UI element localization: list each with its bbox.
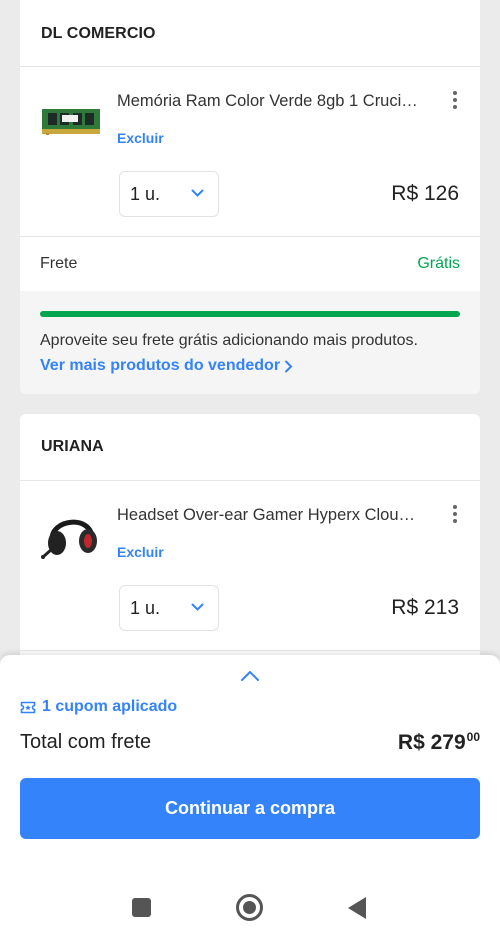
nav-recents-icon[interactable] — [132, 898, 151, 917]
continue-purchase-button[interactable]: Continuar a compra — [20, 778, 480, 839]
item-title[interactable]: Memória Ram Color Verde 8gb 1 Crucial Ct… — [117, 92, 422, 111]
remove-item-link[interactable]: Excluir — [117, 130, 164, 146]
chevron-up-icon[interactable] — [240, 669, 260, 683]
seller-card: DL COMERCIO Memória Ram Color Verde 8gb … — [20, 0, 480, 394]
free-shipping-panel: Aproveite seu frete grátis adicionando m… — [20, 291, 480, 394]
quantity-selector[interactable]: 1 u. — [119, 585, 219, 631]
nav-back-icon[interactable] — [348, 897, 366, 919]
quantity-selector[interactable]: 1 u. — [119, 171, 219, 217]
ticket-icon — [20, 701, 36, 713]
total-value: R$ 27900 — [398, 730, 480, 755]
checkout-summary-sheet: 1 cupom aplicado Total com frete R$ 2790… — [0, 655, 500, 939]
seller-products-link-label: Ver mais produtos do vendedor — [40, 357, 281, 374]
item-price: R$ 126 — [391, 182, 459, 205]
product-image[interactable] — [40, 505, 102, 567]
total-main: R$ 279 — [397, 731, 466, 754]
quantity-value: 1 u. — [130, 183, 161, 204]
cart-item: Memória Ram Color Verde 8gb 1 Crucial Ct… — [20, 67, 480, 237]
remove-item-link[interactable]: Excluir — [117, 544, 164, 560]
chevron-down-icon — [191, 603, 204, 611]
product-image[interactable] — [40, 91, 102, 153]
seller-name: URIANA — [20, 414, 480, 481]
more-vert-icon[interactable] — [444, 89, 466, 111]
cart-item: Headset Over-ear Gamer Hyperx Cloud Stin… — [20, 481, 480, 651]
shipping-label: Frete — [40, 255, 78, 272]
shipping-value: Grátis — [417, 255, 460, 272]
shipping-row: Frete Grátis — [20, 237, 480, 291]
free-shipping-progress-bar — [40, 311, 460, 317]
seller-products-link[interactable]: Ver mais produtos do vendedor — [40, 357, 460, 375]
system-nav-bar — [0, 882, 500, 932]
item-price: R$ 213 — [391, 596, 459, 619]
total-cents: 00 — [466, 730, 480, 744]
free-shipping-message: Aproveite seu frete grátis adicionando m… — [40, 332, 418, 349]
nav-home-icon[interactable] — [236, 894, 263, 921]
chevron-right-icon — [285, 360, 293, 372]
item-title[interactable]: Headset Over-ear Gamer Hyperx Cloud Stin… — [117, 506, 422, 525]
more-vert-icon[interactable] — [444, 503, 466, 525]
coupon-label: 1 cupom aplicado — [42, 698, 178, 715]
seller-name: DL COMERCIO — [20, 0, 480, 67]
coupon-applied[interactable]: 1 cupom aplicado — [20, 698, 177, 716]
chevron-down-icon — [191, 189, 204, 197]
quantity-value: 1 u. — [130, 597, 161, 618]
total-label: Total com frete — [20, 731, 152, 753]
